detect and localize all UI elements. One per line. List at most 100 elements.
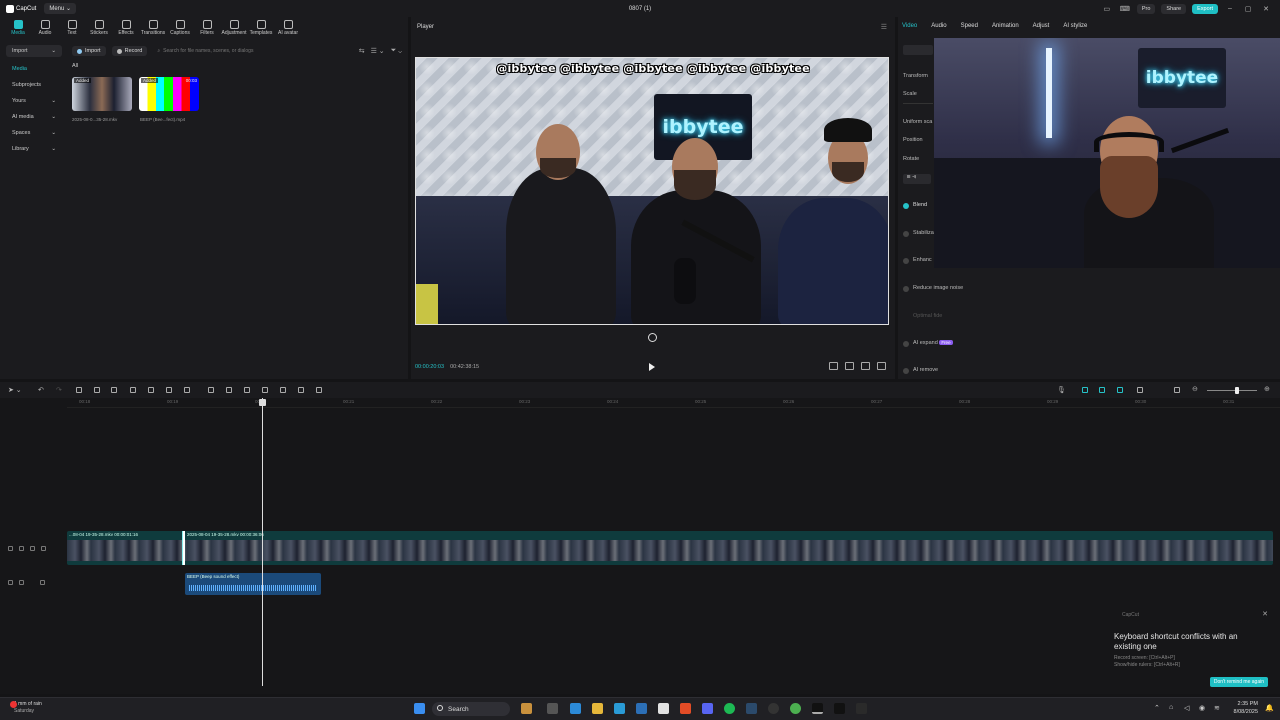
blend-toggle[interactable] [903,203,909,209]
copilot-icon[interactable] [570,703,581,714]
sidebar-item-yours[interactable]: Yours ⌄ [6,95,62,107]
audio-mute-icon[interactable] [40,580,45,585]
audio-track-icon[interactable] [8,580,13,585]
linkage-icon[interactable] [1117,387,1123,393]
zoom-in-icon[interactable]: ⊕ [1264,385,1270,393]
play-button[interactable] [649,363,655,371]
zoom-slider-thumb[interactable] [1235,387,1239,394]
main-track-magnet-icon[interactable] [1082,387,1088,393]
widget-icon[interactable] [521,703,532,714]
media-tab-media[interactable]: Media [6,17,30,38]
media-tab-transitions[interactable]: Transitions [141,17,165,38]
timeline[interactable]: 00:1800:1900:2000:2100:2200:2300:2400:25… [0,398,1280,694]
import-button[interactable]: Import [72,46,106,56]
align-buttons[interactable]: ⫢ ⫣ [903,174,931,184]
sidebar-item-library[interactable]: Library ⌄ [6,143,62,155]
sidebar-item-ai-media[interactable]: AI media ⌄ [6,111,62,123]
spotify-icon[interactable] [724,703,735,714]
media-thumb-1[interactable]: Added [72,77,132,111]
preview-axis-icon[interactable] [1137,387,1143,393]
mic-record-icon[interactable]: 🎙 [1057,386,1066,394]
enhance-toggle[interactable] [903,258,909,264]
tab-ai-stylize[interactable]: AI stylize [1063,23,1087,29]
rotate-tool-icon[interactable] [226,387,232,393]
auto-reframe-icon[interactable] [262,387,268,393]
discord-icon[interactable] [702,703,713,714]
media-tab-effects[interactable]: Effects [114,17,138,38]
volume-icon[interactable]: ◁ [1184,704,1189,712]
rotate-handle-icon[interactable] [648,333,657,342]
share-button[interactable]: Share [1161,3,1187,14]
video-clip-1[interactable]: ...08-04 19-35-28.mkv 00:00:01:16 [67,531,183,565]
reverse-icon[interactable] [184,387,190,393]
track-lock-icon[interactable] [19,546,24,551]
file-explorer-icon[interactable] [592,703,603,714]
freeze-icon[interactable] [244,387,250,393]
playhead-handle[interactable] [259,399,266,406]
taskbar-search[interactable]: Search [432,702,510,716]
video-track[interactable]: ...08-04 19-35-28.mkv 00:00:01:16 2025-0… [67,531,1273,565]
tab-speed[interactable]: Speed [961,23,978,29]
track-mute-icon[interactable] [41,546,46,551]
shortcut-icon[interactable]: ⌨ [1119,5,1131,13]
basic-tab[interactable] [903,45,933,55]
close-icon[interactable]: ✕ [1260,5,1272,13]
sidebar-item-subprojects[interactable]: Subprojects [6,79,62,91]
player-menu-icon[interactable]: ☰ [881,23,887,31]
split-right-icon[interactable] [111,387,117,393]
tab-animation[interactable]: Animation [992,23,1019,29]
sidebar-item-import[interactable]: Import ⌄ [6,45,62,57]
media-search-input[interactable]: ⌕ Search for file names, scenes, or dialo… [153,46,352,56]
brave-icon[interactable] [680,703,691,714]
playhead[interactable] [262,398,263,686]
dont-remind-button[interactable]: Don't remind me again [1209,677,1268,687]
caption-toggle-icon[interactable] [1174,387,1180,393]
wifi-icon[interactable]: ≋ [1214,704,1220,712]
timeline-ruler[interactable]: 00:1800:1900:2000:2100:2200:2300:2400:25… [67,398,1280,408]
network-icon[interactable]: ⌂ [1169,704,1173,711]
media-tab-audio[interactable]: Audio [33,17,57,38]
steam-icon[interactable] [746,703,757,714]
media-tab-adjustment[interactable]: Adjustment [222,17,247,38]
tray-app-icon[interactable]: ◉ [1199,704,1205,712]
subtitle-icon[interactable] [280,387,286,393]
menu-button[interactable]: Menu ⌄ [44,3,77,14]
capcut-taskbar-icon[interactable] [812,703,823,714]
audio-lock-icon[interactable] [19,580,24,585]
mirror-icon[interactable] [208,387,214,393]
calculator-icon[interactable] [658,703,669,714]
tab-video[interactable]: Video [902,23,917,29]
crop-icon[interactable] [845,362,854,370]
track-cover-icon[interactable] [8,546,13,551]
tab-adjust[interactable]: Adjust [1033,23,1050,29]
view-toggle-icon[interactable]: ⇆ [359,47,365,55]
epic-games-icon[interactable] [856,703,867,714]
video-preview[interactable]: ibbytee @ibbytee @ibbytee @ibbytee @ibby… [415,57,889,325]
sidebar-item-spaces[interactable]: Spaces ⌄ [6,127,62,139]
video-clip-2[interactable]: 2025-08-04 19-35-28.mkv 00:00:36:06 [183,531,1273,565]
record-button[interactable]: Record [111,46,148,56]
maximize-icon[interactable]: ▢ [1242,5,1254,13]
notification-close-icon[interactable]: ✕ [1262,610,1268,618]
split-left-icon[interactable] [94,387,100,393]
task-view-icon[interactable] [547,703,558,714]
tray-overflow-icon[interactable]: ⌃ [1154,704,1160,712]
crop-tool-icon[interactable] [166,387,172,393]
weather-widget[interactable]: 1 mm of rain Saturday [10,701,42,715]
split-icon[interactable] [76,387,82,393]
picture-in-picture-icon[interactable] [298,387,304,393]
media-tab-filters[interactable]: Filters [195,17,219,38]
obs-icon[interactable] [768,703,779,714]
minimize-icon[interactable]: – [1224,5,1236,12]
fullscreen-icon[interactable] [877,362,886,370]
track-visibility-icon[interactable] [30,546,35,551]
notification-bell-icon[interactable]: 🔔 [1265,704,1274,712]
quality-icon[interactable] [861,362,870,370]
sidebar-item-media[interactable]: Media [6,63,62,75]
delete-icon[interactable] [130,387,136,393]
stabilize-toggle[interactable] [903,231,909,237]
export-button[interactable]: Export [1192,3,1218,14]
marker-icon[interactable] [148,387,154,393]
media-tab-text[interactable]: Text [60,17,84,38]
scale-slider[interactable] [903,103,933,104]
